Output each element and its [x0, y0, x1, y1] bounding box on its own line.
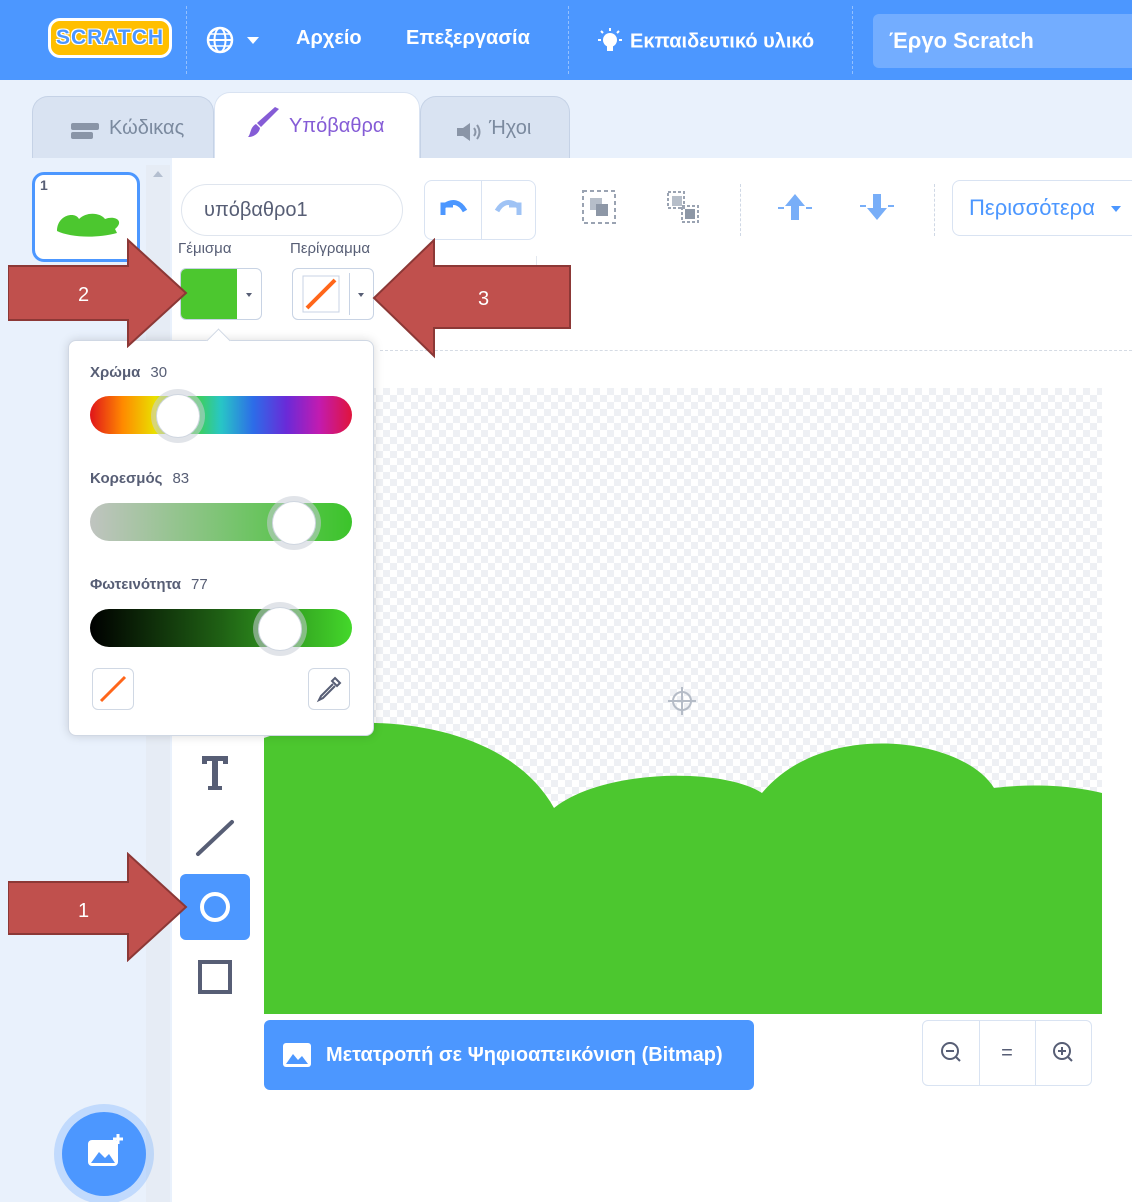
drawing-canvas[interactable] — [264, 388, 1102, 1014]
line-icon — [196, 820, 234, 856]
language-menu[interactable] — [205, 25, 267, 60]
tutorials-label: Εκπαιδευτικό υλικό — [630, 30, 815, 53]
zoom-out-icon — [941, 1042, 961, 1062]
saturation-slider-knob[interactable] — [272, 501, 316, 545]
hue-slider[interactable] — [90, 394, 352, 438]
scratch-logo[interactable]: SCRATCH — [48, 18, 172, 58]
file-menu[interactable]: Αρχείο — [296, 27, 362, 50]
circle-tool[interactable] — [180, 874, 250, 940]
image-icon — [283, 1043, 311, 1067]
ungroup-button[interactable] — [662, 186, 704, 228]
fill-color-picker[interactable] — [180, 268, 262, 320]
tab-sounds-label: Ήχοι — [489, 117, 532, 139]
circle-icon — [200, 892, 230, 922]
speaker-icon — [457, 123, 481, 141]
redo-icon — [494, 199, 522, 215]
outline-label: Περίγραμμα — [290, 240, 371, 257]
tab-backdrops[interactable]: Υπόβαθρα — [214, 92, 420, 158]
outline-color-picker[interactable] — [292, 268, 374, 320]
crosshair-icon — [668, 687, 696, 715]
annotation-arrow-1: 1 — [7, 851, 188, 963]
annotation-arrow-3: 3 — [372, 237, 572, 360]
group-button[interactable] — [578, 186, 620, 228]
undo-icon — [440, 199, 468, 215]
brightness-slider[interactable] — [90, 607, 352, 651]
text-tool[interactable] — [180, 736, 250, 802]
tab-code[interactable]: Κώδικας — [32, 96, 214, 158]
undo-redo-group — [424, 180, 536, 240]
tutorials-menu[interactable]: Εκπαιδευτικό υλικό — [594, 27, 814, 57]
eyedropper-icon — [316, 676, 342, 703]
choose-backdrop-button[interactable] — [62, 1112, 146, 1196]
menu-divider — [568, 6, 569, 74]
brightness-slider-knob[interactable] — [258, 607, 302, 651]
zoom-out-button[interactable] — [923, 1021, 980, 1085]
line-tool[interactable] — [180, 806, 250, 872]
redo-button[interactable] — [481, 181, 537, 239]
annotation-number: 2 — [78, 284, 90, 306]
arrow-down-icon — [860, 194, 894, 220]
project-title-input[interactable]: Έργο Scratch — [873, 14, 1132, 68]
fill-swatch — [181, 269, 237, 319]
tab-backdrops-label: Υπόβαθρα — [289, 115, 385, 137]
annotation-arrow-2: 2 — [7, 237, 188, 349]
saturation-slider[interactable] — [90, 501, 352, 545]
zoom-in-button[interactable] — [1035, 1021, 1091, 1085]
menu-divider — [186, 6, 187, 74]
tab-sounds[interactable]: Ήχοι — [420, 96, 570, 158]
code-blocks-icon — [71, 123, 99, 139]
rectangle-tool[interactable] — [180, 944, 250, 1010]
text-icon — [202, 756, 228, 790]
convert-to-bitmap-label: Μετατροπή σε Ψηφιοαπεικόνιση (Bitmap) — [326, 1044, 723, 1066]
undo-button[interactable] — [425, 181, 482, 239]
backdrop-number: 1 — [40, 177, 48, 193]
eyedropper-button[interactable] — [308, 668, 350, 710]
rectangle-icon — [198, 960, 232, 994]
chevron-down-icon — [358, 293, 364, 297]
saturation-label: Κορεσμός 83 — [90, 470, 190, 487]
convert-to-bitmap-button[interactable]: Μετατροπή σε Ψηφιοαπεικόνιση (Bitmap) — [264, 1020, 754, 1090]
paintbrush-icon — [248, 107, 279, 137]
hue-value: 30 — [150, 364, 168, 381]
annotation-number: 1 — [78, 900, 90, 922]
hue-slider-knob[interactable] — [156, 394, 200, 438]
no-color-button[interactable] — [92, 668, 134, 710]
backward-button[interactable] — [856, 186, 898, 228]
group-icon — [582, 190, 616, 224]
toolbar-divider — [934, 184, 935, 236]
annotation-number: 3 — [478, 288, 490, 310]
globe-icon — [206, 26, 259, 54]
saturation-value: 83 — [172, 470, 190, 487]
brightness-label: Φωτεινότητα 77 — [90, 576, 208, 593]
edit-menu[interactable]: Επεξεργασία — [406, 27, 530, 50]
brightness-value: 77 — [191, 576, 208, 593]
no-color-icon — [302, 275, 340, 313]
hue-label: Χρώμα 30 — [90, 364, 168, 381]
toolbar-divider — [740, 184, 741, 236]
arrow-up-icon — [778, 194, 812, 220]
add-image-icon — [88, 1134, 123, 1166]
more-button[interactable]: Περισσότερα — [952, 180, 1132, 236]
lightbulb-icon — [598, 28, 622, 51]
chevron-down-icon — [1111, 206, 1122, 213]
menu-bar: SCRATCH Αρχείο Επεξεργασία Εκπαιδευτικό … — [0, 0, 1132, 80]
costume-name-input[interactable]: υπόβαθρο1 — [181, 184, 403, 236]
tab-code-label: Κώδικας — [109, 117, 185, 139]
ungroup-icon — [667, 191, 699, 223]
zoom-in-icon — [1053, 1042, 1073, 1062]
zoom-controls: = — [922, 1020, 1092, 1086]
zoom-reset-button[interactable]: = — [979, 1021, 1036, 1085]
no-color-icon — [99, 675, 127, 703]
menu-divider — [852, 6, 853, 74]
chevron-down-icon — [246, 293, 252, 297]
forward-button[interactable] — [774, 186, 816, 228]
more-label: Περισσότερα — [969, 195, 1095, 220]
scroll-up-icon — [153, 171, 163, 177]
